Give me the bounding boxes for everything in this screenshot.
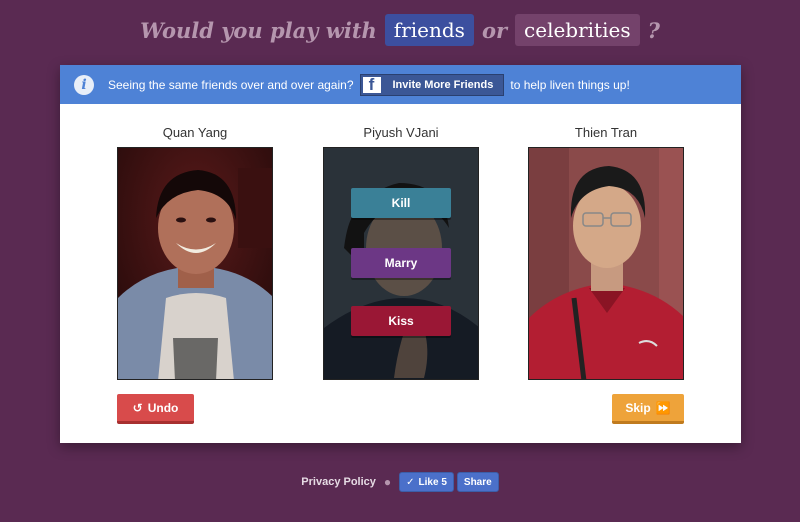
header-prefix: Would you play with [140,17,377,43]
undo-label: Undo [147,400,179,415]
page-header: Would you play with friends or celebriti… [0,12,800,48]
header-suffix: ? [647,17,660,43]
separator-dot: ● [383,475,392,489]
person-name-3: Thien Tran [574,125,638,140]
celebrities-mode-button[interactable]: celebrities [515,14,640,46]
fast-forward-icon: ⏩ [655,400,671,415]
page-footer: Privacy Policy ● ✓ Like 5 Share [0,471,800,493]
kiss-button[interactable]: Kiss [351,306,451,336]
invite-friends-button[interactable]: f Invite More Friends [359,73,505,96]
facebook-share-button[interactable]: Share [456,472,499,492]
person-name-1: Quan Yang [162,125,228,140]
skip-button[interactable]: Skip ⏩ [612,394,684,424]
person-photo-3 [528,147,684,380]
banner-text-before: Seeing the same friends over and over ag… [108,77,354,92]
invite-button-label: Invite More Friends [392,78,494,91]
undo-icon: ↺ [132,400,143,415]
person-photo-1 [117,147,273,380]
kill-button[interactable]: Kill [351,188,451,218]
skip-label: Skip [625,400,651,415]
undo-button[interactable]: ↺ Undo [117,394,194,424]
portrait-image-3 [529,148,683,379]
like-label: Like 5 [418,476,447,488]
portrait-image-1 [118,148,272,379]
person-photo-2: Kill Marry Kiss [323,147,479,380]
checkmark-icon: ✓ [406,476,415,488]
marry-button[interactable]: Marry [351,248,451,278]
friends-mode-button[interactable]: friends [384,14,474,46]
facebook-like-button[interactable]: ✓ Like 5 [399,472,454,492]
facebook-icon: f [360,74,383,95]
info-icon: i [74,74,94,95]
invite-banner: i Seeing the same friends over and over … [60,65,741,104]
person-name-2: Piyush VJani [363,125,439,140]
privacy-policy-link[interactable]: Privacy Policy [301,476,376,488]
game-card: i Seeing the same friends over and over … [60,65,741,443]
header-or: or [481,17,508,43]
banner-text-after: to help liven things up! [510,77,630,92]
